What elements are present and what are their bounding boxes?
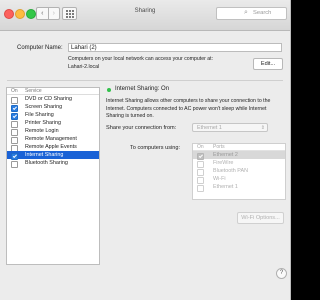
service-row[interactable]: Internet Sharing: [7, 151, 99, 160]
help-button[interactable]: ?: [276, 268, 287, 279]
service-label: Internet Sharing: [25, 152, 64, 158]
popup-arrows-icon: ⇕: [260, 125, 265, 131]
port-label: Wi-Fi: [213, 176, 226, 182]
ports-col-on-header: On: [197, 144, 204, 150]
service-row[interactable]: Remote Apple Events: [7, 143, 99, 152]
service-row[interactable]: Remote Management: [7, 135, 99, 144]
service-label: DVD or CD Sharing: [25, 96, 73, 102]
share-from-popup[interactable]: Ethernet 1 ⇕: [192, 123, 268, 132]
port-label: FireWire: [213, 160, 234, 166]
toolbar: ‹ › Sharing ⌕ Search: [0, 0, 290, 31]
ports-col-ports-header: Ports: [213, 144, 225, 150]
port-row[interactable]: Bluetooth PAN: [193, 167, 285, 176]
search-icon: ⌕: [244, 9, 248, 16]
service-status: Internet Sharing: On: [115, 86, 170, 92]
divider: [7, 80, 283, 81]
search-field[interactable]: ⌕ Search: [216, 7, 287, 20]
service-label: Screen Sharing: [25, 104, 63, 110]
service-label: Remote Login: [25, 128, 59, 134]
port-label: Bluetooth PAN: [213, 168, 248, 174]
service-row[interactable]: File Sharing: [7, 111, 99, 120]
ports-list-header: On Ports: [193, 144, 285, 151]
service-row[interactable]: DVD or CD Sharing: [7, 95, 99, 104]
computer-name-info-line: Computers on your local network can acce…: [68, 56, 214, 62]
service-label: Printer Sharing: [25, 120, 61, 126]
service-description: Internet Sharing allows other computers …: [106, 98, 271, 119]
port-row[interactable]: Wi-Fi: [193, 175, 285, 184]
service-row[interactable]: Printer Sharing: [7, 119, 99, 128]
computer-local-address: Lahari-2.local: [68, 63, 100, 70]
service-label: Remote Management: [25, 136, 77, 142]
ports-list: On Ports Ethernet 2 FireWire Bluetooth PAN…: [192, 143, 286, 200]
port-row[interactable]: FireWire: [193, 159, 285, 168]
share-from-value: Ethernet 1: [197, 125, 222, 131]
wifi-options-button[interactable]: Wi-Fi Options...: [237, 212, 284, 224]
port-row[interactable]: Ethernet 2: [193, 151, 285, 160]
port-row[interactable]: Ethernet 1: [193, 183, 285, 192]
computer-name-info: Computers on your local network can acce…: [68, 56, 238, 71]
search-placeholder: Search: [253, 9, 272, 16]
computer-name-label: Computer Name:: [17, 45, 63, 51]
services-rows: DVD or CD Sharing Screen Sharing File Shar…: [7, 95, 99, 168]
port-label: Ethernet 2: [213, 152, 238, 158]
col-on-header: On: [11, 88, 18, 94]
ports-rows: Ethernet 2 FireWire Bluetooth PAN Wi-Fi Ethe…: [193, 151, 285, 192]
service-label: File Sharing: [25, 112, 54, 118]
port-checkbox[interactable]: [197, 184, 204, 192]
service-row[interactable]: Screen Sharing: [7, 103, 99, 112]
status-indicator-icon: [107, 88, 111, 92]
share-from-label: Share your connection from:: [106, 125, 177, 131]
to-computers-label: To computers using:: [130, 145, 181, 151]
services-list-header: On Service: [7, 88, 99, 95]
col-service-header: Service: [25, 88, 42, 94]
service-label: Bluetooth Sharing: [25, 160, 68, 166]
service-row[interactable]: Remote Login: [7, 127, 99, 136]
service-checkbox[interactable]: [11, 160, 18, 168]
service-row[interactable]: Bluetooth Sharing: [7, 159, 99, 168]
computer-name-field[interactable]: Lahari (2): [68, 43, 282, 52]
services-list: On Service DVD or CD Sharing Screen Shari…: [6, 87, 100, 265]
sharing-window: ‹ › Sharing ⌕ Search Computer Name: Laha…: [0, 0, 291, 300]
edit-button[interactable]: Edit...: [253, 58, 283, 70]
service-label: Remote Apple Events: [25, 144, 77, 150]
port-label: Ethernet 1: [213, 184, 238, 190]
